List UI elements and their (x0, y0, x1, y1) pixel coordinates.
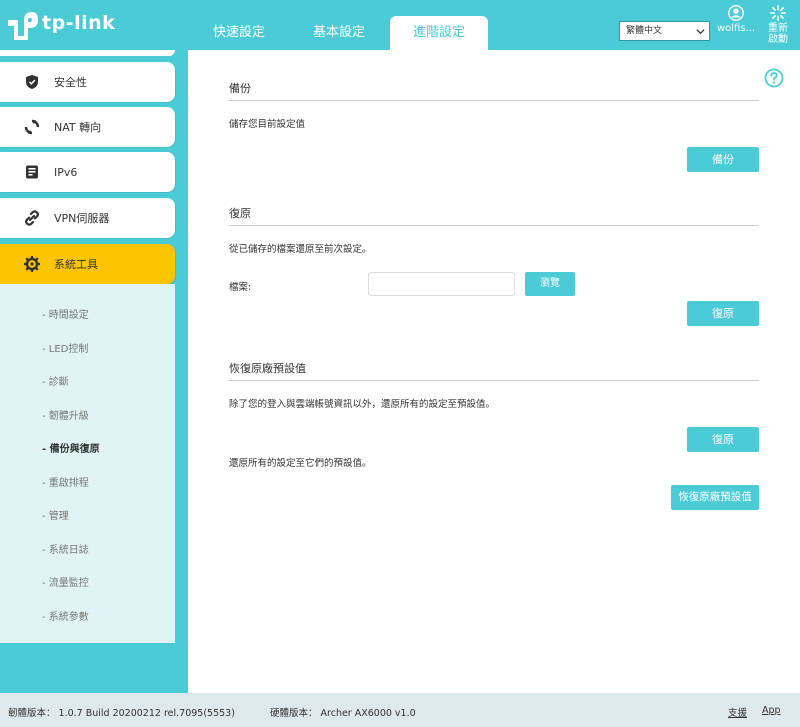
tp-link-logo-icon (8, 12, 38, 40)
factory-default-button[interactable]: 恢復原廠預設值 (671, 485, 759, 510)
submenu-item-reboot-schedule[interactable]: - 重啟排程 (42, 474, 89, 489)
submenu-item-led[interactable]: - LED控制 (42, 340, 88, 355)
tp-link-logo[interactable]: tp-link (4, 6, 115, 40)
factory-description-keep-login: 除了您的登入與雲端帳號資訊以外，還原所有的設定至預設值。 (229, 399, 496, 410)
restore-description: 從已儲存的檔案還原至前次設定。 (229, 244, 372, 255)
backup-button[interactable]: 備份 (687, 147, 759, 172)
factory-section-title: 恢復原廠預設值 (229, 362, 306, 375)
user-label: wolfis... (716, 23, 756, 34)
backup-description: 儲存您目前設定值 (229, 119, 306, 130)
divider (229, 100, 759, 101)
divider (229, 225, 759, 226)
user-button[interactable]: wolfis... (716, 4, 756, 34)
sidebar-item-label: VPN伺服器 (54, 212, 110, 225)
sidebar-item-vpn[interactable]: VPN伺服器 (0, 198, 175, 238)
reboot-label: 重新啟動 (768, 23, 788, 45)
support-link[interactable]: 支援 (728, 705, 747, 719)
sidebar-item-label: NAT 轉向 (54, 121, 102, 134)
file-label: 檔案: (229, 282, 252, 293)
sidebar-item-security[interactable]: 安全性 (0, 62, 175, 102)
sidebar-item-label: 安全性 (54, 76, 87, 89)
restore-section-title: 復原 (229, 207, 251, 220)
sidebar-item-label: 系統工具 (54, 258, 98, 271)
sidebar-item-ipv6[interactable]: IPv6 (0, 152, 175, 192)
language-value: 繁體中文 (626, 26, 663, 36)
file-path-input[interactable] (368, 272, 515, 296)
user-cloud-icon (728, 5, 744, 21)
sidebar-item-partial[interactable] (0, 50, 175, 56)
tab-advanced[interactable]: 進階設定 (390, 16, 488, 50)
nat-icon (24, 119, 40, 135)
vpn-icon (25, 210, 39, 226)
main-content: 備份 儲存您目前設定值 備份 復原 從已儲存的檔案還原至前次設定。 檔案: 瀏覽… (188, 50, 800, 693)
help-icon[interactable] (764, 68, 784, 88)
system-tools-submenu: - 時間設定 - LED控制 - 診斷 - 韌體升級 - 備份與復原 - 重啟排… (0, 284, 175, 643)
top-header: tp-link 快速設定 基本設定 進階設定 繁體中文 wolfis... 重新… (0, 0, 800, 50)
factory-restore-button[interactable]: 復原 (687, 427, 759, 452)
submenu-item-admin[interactable]: - 管理 (42, 507, 69, 522)
submenu-item-diagnostics[interactable]: - 診斷 (42, 373, 69, 388)
submenu-item-firmware[interactable]: - 韌體升級 (42, 407, 89, 422)
submenu-item-system-params[interactable]: - 系統參數 (42, 608, 89, 623)
browse-button[interactable]: 瀏覽 (525, 272, 575, 296)
sidebar-item-label: IPv6 (54, 165, 78, 179)
firmware-version: 韌體版本： 1.0.7 Build 20200212 rel.7095(5553… (8, 708, 235, 719)
tab-basic[interactable]: 基本設定 (290, 16, 388, 50)
main-tabs: 快速設定 基本設定 進階設定 (190, 16, 490, 50)
chevron-down-icon (696, 29, 705, 35)
sidebar-item-system-tools[interactable]: 系統工具 (0, 244, 175, 284)
gear-icon (24, 256, 40, 272)
tab-quick-setup[interactable]: 快速設定 (190, 16, 288, 50)
submenu-item-traffic-monitor[interactable]: - 流量監控 (42, 574, 89, 589)
app-link[interactable]: App (762, 705, 781, 716)
reboot-button[interactable]: 重新啟動 (760, 4, 796, 45)
language-select[interactable]: 繁體中文 (619, 21, 710, 41)
sidebar-item-nat[interactable]: NAT 轉向 (0, 107, 175, 147)
factory-description-all: 還原所有的設定至它們的預設值。 (229, 458, 372, 469)
footer: 韌體版本： 1.0.7 Build 20200212 rel.7095(5553… (0, 693, 800, 727)
brand-name: tp-link (42, 12, 116, 34)
divider (229, 380, 759, 381)
reboot-icon (769, 4, 787, 22)
backup-section-title: 備份 (229, 82, 251, 95)
shield-icon (26, 75, 38, 89)
submenu-item-system-log[interactable]: - 系統日誌 (42, 541, 89, 556)
hardware-version: 硬體版本： Archer AX6000 v1.0 (270, 708, 416, 719)
restore-button[interactable]: 復原 (687, 301, 759, 326)
submenu-item-backup-restore[interactable]: - 備份與復原 (42, 440, 100, 455)
ipv6-icon (26, 165, 38, 179)
submenu-item-time[interactable]: - 時間設定 (42, 306, 89, 321)
